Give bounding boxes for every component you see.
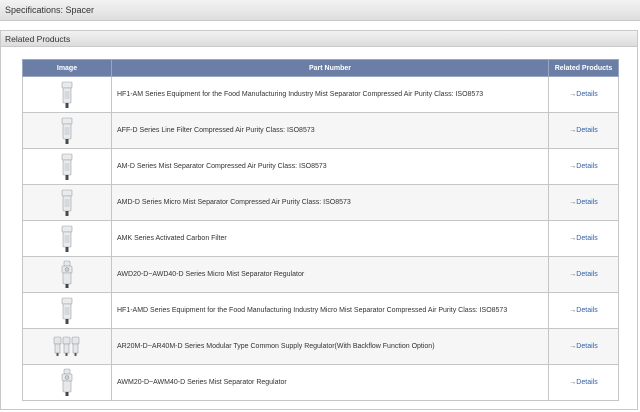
details-link[interactable]: →Details <box>569 271 597 278</box>
table-row: AR20M-D~AR40M-D Series Modular Type Comm… <box>22 328 619 365</box>
details-link[interactable]: →Details <box>569 307 597 314</box>
details-link[interactable]: →Details <box>569 163 597 170</box>
part-number-cell: AM-D Series Mist Separator Compressed Ai… <box>111 148 549 185</box>
product-image-cell <box>22 220 112 257</box>
details-link[interactable]: →Details <box>569 343 597 350</box>
details-link[interactable]: →Details <box>569 91 597 98</box>
product-thumbnail[interactable] <box>60 81 74 108</box>
product-thumbnail[interactable] <box>60 189 74 216</box>
details-link-label: Details <box>576 307 598 314</box>
table-row: AMD-D Series Micro Mist Separator Compre… <box>22 184 619 221</box>
product-image-cell <box>22 76 112 113</box>
related-products-title: Related Products <box>5 34 71 44</box>
product-thumbnail[interactable] <box>52 336 82 356</box>
specifications-title: Specifications: Spacer <box>5 5 95 15</box>
part-number-cell: AFF-D Series Line Filter Compressed Air … <box>111 112 549 149</box>
product-image-cell <box>22 256 112 293</box>
details-link[interactable]: →Details <box>569 199 597 206</box>
specifications-bar: Specifications: Spacer <box>0 0 640 21</box>
part-number-cell: HF1-AMD Series Equipment for the Food Ma… <box>111 292 549 329</box>
product-thumbnail[interactable] <box>60 297 74 324</box>
product-image-cell <box>22 112 112 149</box>
related-products-cell: →Details <box>548 292 619 329</box>
product-image-cell <box>22 184 112 221</box>
related-products-cell: →Details <box>548 220 619 257</box>
product-image-cell <box>22 328 112 365</box>
related-products-cell: →Details <box>548 364 619 401</box>
product-thumbnail[interactable] <box>60 153 74 180</box>
part-number-cell: AWM20-D~AWM40-D Series Mist Separator Re… <box>111 364 549 401</box>
related-products-header: Related Products <box>1 31 637 47</box>
column-header-image: Image <box>22 59 112 77</box>
details-link-label: Details <box>576 235 598 242</box>
related-products-cell: →Details <box>548 112 619 149</box>
part-number-cell: AMK Series Activated Carbon Filter <box>111 220 549 257</box>
details-link[interactable]: →Details <box>569 235 597 242</box>
product-thumbnail[interactable] <box>59 368 75 396</box>
product-thumbnail[interactable] <box>60 225 74 252</box>
related-products-cell: →Details <box>548 256 619 293</box>
product-image-cell <box>22 148 112 185</box>
part-number-cell: AR20M-D~AR40M-D Series Modular Type Comm… <box>111 328 549 365</box>
related-products-cell: →Details <box>548 184 619 221</box>
related-products-panel: Related Products Image Part Number Relat… <box>0 30 638 410</box>
part-number-cell: HF1-AM Series Equipment for the Food Man… <box>111 76 549 113</box>
table-row: HF1-AM Series Equipment for the Food Man… <box>22 76 619 113</box>
related-products-cell: →Details <box>548 148 619 185</box>
table-row: AM-D Series Mist Separator Compressed Ai… <box>22 148 619 185</box>
part-number-cell: AMD-D Series Micro Mist Separator Compre… <box>111 184 549 221</box>
details-link-label: Details <box>576 271 598 278</box>
related-products-cell: →Details <box>548 76 619 113</box>
details-link-label: Details <box>576 343 598 350</box>
details-link-label: Details <box>576 163 598 170</box>
details-link-label: Details <box>576 379 598 386</box>
product-image-cell <box>22 364 112 401</box>
details-link[interactable]: →Details <box>569 379 597 386</box>
product-thumbnail[interactable] <box>60 117 74 144</box>
related-products-cell: →Details <box>548 328 619 365</box>
product-thumbnail[interactable] <box>59 260 75 288</box>
details-link-label: Details <box>576 199 598 206</box>
product-image-cell <box>22 292 112 329</box>
table-row: AMK Series Activated Carbon Filter →Detai… <box>22 220 619 257</box>
details-link-label: Details <box>576 91 598 98</box>
column-header-related-products: Related Products <box>548 59 619 77</box>
table-row: AWM20-D~AWM40-D Series Mist Separator Re… <box>22 364 619 401</box>
table-header-row: Image Part Number Related Products <box>22 59 619 77</box>
table-row: AWD20-D~AWD40-D Series Micro Mist Separa… <box>22 256 619 293</box>
table-row: HF1-AMD Series Equipment for the Food Ma… <box>22 292 619 329</box>
part-number-cell: AWD20-D~AWD40-D Series Micro Mist Separa… <box>111 256 549 293</box>
column-header-part-number: Part Number <box>111 59 549 77</box>
table-row: AFF-D Series Line Filter Compressed Air … <box>22 112 619 149</box>
details-link-label: Details <box>576 127 598 134</box>
related-products-table: Image Part Number Related Products HF1-A… <box>22 59 619 401</box>
details-link[interactable]: →Details <box>569 127 597 134</box>
